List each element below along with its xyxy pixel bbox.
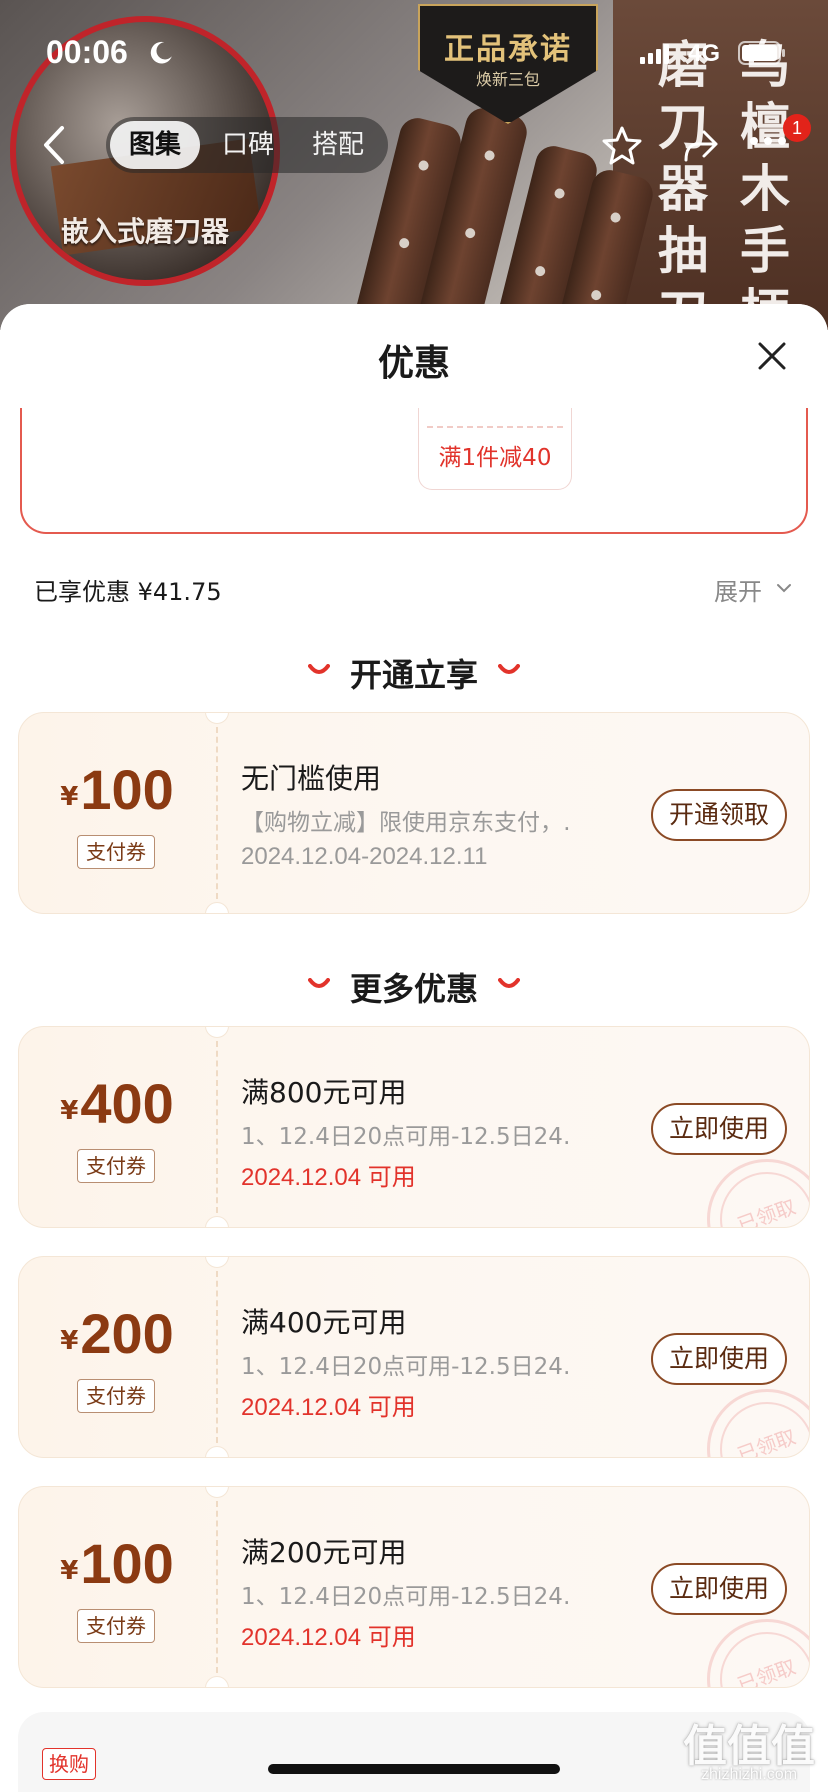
watermark-logo: 值值值 [683,1721,815,1772]
status-bar: 00:06 4G [0,0,828,104]
coupon-amount: ¥100 [60,1532,174,1595]
close-icon[interactable] [756,340,788,372]
battery-icon [738,41,785,65]
coupon-title: 无门槛使用 [241,762,382,795]
coupon-description: 1、12.4日20点可用-12.5日24… [241,1124,571,1150]
coupon-amount: ¥100 [60,758,174,821]
trade-in-tag: 换购 [42,1748,96,1780]
claimed-stamp: 已领取 [707,1389,809,1457]
moon-icon [150,41,172,64]
coupon-validity: 2024.12.04 可用 [241,1624,416,1651]
coupon-type-tag: 支付券 [77,1149,155,1183]
coupon-card[interactable]: ¥400 支付券 满800元可用 1、12.4日20点可用-12.5日24… 2… [18,1026,810,1228]
coupon-card[interactable]: ¥100 支付券 满200元可用 1、12.4日20点可用-12.5日24… 2… [18,1486,810,1688]
coupon-card[interactable]: ¥100 支付券 无门槛使用 【购物立减】限使用京东支付，… 2024.12.0… [18,712,810,914]
use-now-button[interactable]: 立即使用 [651,1333,787,1385]
tab-combos[interactable]: 搭配 [296,121,380,169]
coupon-title: 满400元可用 [241,1306,407,1339]
coupon-amount: ¥400 [60,1072,174,1135]
previous-offer-text: 满1件减40 [438,445,552,471]
coupon-type-tag: 支付券 [77,1609,155,1643]
coupon-card[interactable]: ¥200 支付券 满400元可用 1、12.4日20点可用-12.5日24… 2… [18,1256,810,1458]
signal-icon [640,44,669,64]
coupon-amount: ¥200 [60,1302,174,1365]
status-time: 00:06 [46,34,128,70]
tab-gallery[interactable]: 图集 [110,121,200,169]
offers-sheet: 满1件减40 优惠 已享优惠 ¥41.75 展开 开通立享 ¥100 支付券 无… [0,304,828,1792]
inset-label: 嵌入式磨刀器 [60,215,229,248]
chevron-down-icon[interactable] [776,580,792,596]
coupon-validity: 2024.12.04-2024.12.11 [241,843,488,870]
star-icon[interactable] [600,124,644,168]
more-icon[interactable] [748,134,788,148]
tab-reviews[interactable]: 口碑 [206,121,290,169]
coupon-type-tag: 支付券 [77,1379,155,1413]
share-icon[interactable] [678,124,722,168]
coupon-type-tag: 支付券 [77,835,155,869]
use-now-button[interactable]: 立即使用 [651,1103,787,1155]
enjoyed-discount: 已享优惠 ¥41.75 [34,578,222,606]
back-icon[interactable] [36,122,72,168]
coupon-description: 1、12.4日20点可用-12.5日24… [241,1584,571,1610]
coupon-title: 满200元可用 [241,1536,407,1569]
home-indicator[interactable] [268,1764,560,1774]
gallery-tabs: 图集 口碑 搭配 [106,117,388,173]
previous-offer-pill[interactable]: 满1件减40 [418,406,572,490]
expand-button[interactable]: 展开 [714,572,762,607]
activate-claim-button[interactable]: 开通领取 [651,789,787,841]
site-watermark: 值值值 zhizhizhi.com [674,1710,824,1790]
sheet-title: 优惠 [377,343,450,384]
watermark-site: zhizhizhi.com [700,1766,798,1783]
message-badge: 1 [783,114,811,142]
section-deco-icon [498,664,520,674]
claimed-stamp: 已领取 [707,1619,809,1687]
section-heading-more: 更多优惠 [349,970,478,1008]
coupon-description: 1、12.4日20点可用-12.5日24… [241,1354,571,1380]
coupon-title: 满800元可用 [241,1076,407,1109]
coupon-validity: 2024.12.04 可用 [241,1164,416,1191]
coupon-description: 【购物立减】限使用京东支付，… [241,810,571,836]
coupon-validity: 2024.12.04 可用 [241,1394,416,1421]
network-label: 4G [688,40,721,67]
section-deco-icon [498,978,520,988]
use-now-button[interactable]: 立即使用 [651,1563,787,1615]
claimed-stamp: 已领取 [707,1159,809,1227]
section-heading-activate: 开通立享 [349,656,478,694]
